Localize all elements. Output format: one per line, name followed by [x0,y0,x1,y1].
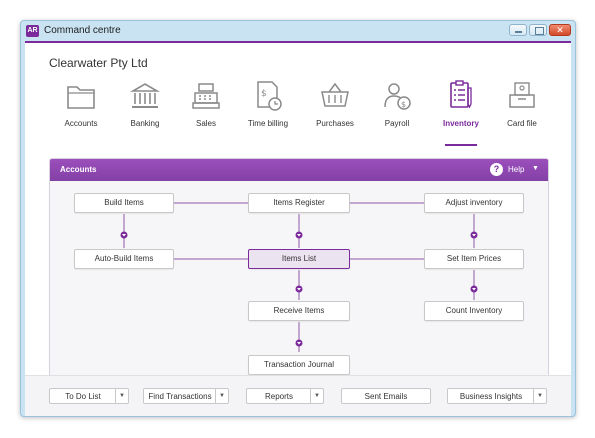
transaction-journal-button[interactable]: Transaction Journal [248,355,350,375]
company-name: Clearwater Pty Ltd [49,56,148,70]
nav-label: Payroll [384,119,410,128]
auto-build-items-button[interactable]: Auto-Build Items [74,249,174,269]
payroll-icon: $ [384,83,411,110]
svg-text:$: $ [261,89,267,99]
nav-label: Time billing [247,119,289,128]
panel-title: Accounts [60,165,97,174]
todo-list-label: To Do List [65,392,101,401]
reports-button[interactable]: Reports ▼ [246,388,324,404]
adjust-inventory-button[interactable]: Adjust inventory [424,193,524,213]
window-title: Command centre [44,25,121,36]
inventory-icon [450,80,472,109]
nav-purchases[interactable]: Purchases [305,78,365,144]
nav-time-billing[interactable]: $ Time billing [238,78,298,144]
count-inventory-button[interactable]: Count Inventory [424,301,524,321]
help-button[interactable]: Help [508,165,524,174]
build-items-button[interactable]: Build Items [74,193,174,213]
inventory-flowchart: Build Items Items Register Adjust invent… [50,181,548,388]
card-file-icon [509,82,535,108]
nav-payroll[interactable]: $ Payroll [367,78,427,144]
nav-label: Card file [507,119,537,128]
nav-sales[interactable]: Sales [176,78,236,144]
chevron-down-icon[interactable]: ▼ [533,389,546,403]
time-billing-icon: $ [257,81,282,111]
find-transactions-button[interactable]: Find Transactions ▼ [143,388,229,404]
sent-emails-label: Sent Emails [364,392,408,401]
nav-label: Sales [195,119,216,128]
app-window: AR Command centre ✕ Clearwater Pty Ltd A… [20,20,576,417]
set-item-prices-button[interactable]: Set Item Prices [424,249,524,269]
basket-icon [321,82,349,107]
business-insights-button[interactable]: Business Insights ▼ [447,388,547,404]
chevron-down-icon[interactable]: ▼ [215,389,228,403]
items-register-button[interactable]: Items Register [248,193,350,213]
receive-items-button[interactable]: Receive Items [248,301,350,321]
nav-label: Banking [130,119,160,128]
bottom-toolbar: To Do List ▼ Find Transactions ▼ Reports… [25,375,571,416]
command-centre: Clearwater Pty Ltd Accounts Banking Sale… [25,41,571,416]
nav-banking[interactable]: Banking [115,78,175,144]
folder-icon [67,86,95,109]
todo-list-button[interactable]: To Do List ▼ [49,388,129,404]
reports-label: Reports [264,392,293,401]
nav-accounts[interactable]: Accounts [51,78,111,144]
inventory-panel: Accounts ? Help ▼ Build Items Items Regi… [49,158,549,389]
cash-register-icon [192,83,220,109]
svg-text:$: $ [401,100,406,109]
nav-label: Inventory [442,119,479,128]
bank-icon [130,83,160,108]
chevron-down-icon[interactable]: ▼ [115,389,128,403]
minimize-button[interactable] [509,24,527,36]
chevron-down-icon[interactable]: ▼ [310,389,323,403]
find-transactions-label: Find Transactions [148,392,212,401]
business-insights-label: Business Insights [459,392,523,401]
title-bar: AR Command centre ✕ [21,21,575,41]
items-list-button[interactable]: Items List [248,249,350,269]
nav-card-file[interactable]: Card file [492,78,552,144]
sent-emails-button[interactable]: Sent Emails [341,388,431,404]
nav-label: Accounts [64,119,98,128]
app-logo: AR [26,25,39,37]
close-icon: ✕ [556,25,564,35]
chevron-down-icon[interactable]: ▼ [532,165,539,172]
close-button[interactable]: ✕ [549,24,571,36]
help-icon[interactable]: ? [490,163,503,176]
panel-header: Accounts ? Help ▼ [50,159,548,181]
nav-label: Purchases [316,119,354,128]
maximize-button[interactable] [529,24,547,36]
nav-inventory[interactable]: Inventory [431,78,491,146]
